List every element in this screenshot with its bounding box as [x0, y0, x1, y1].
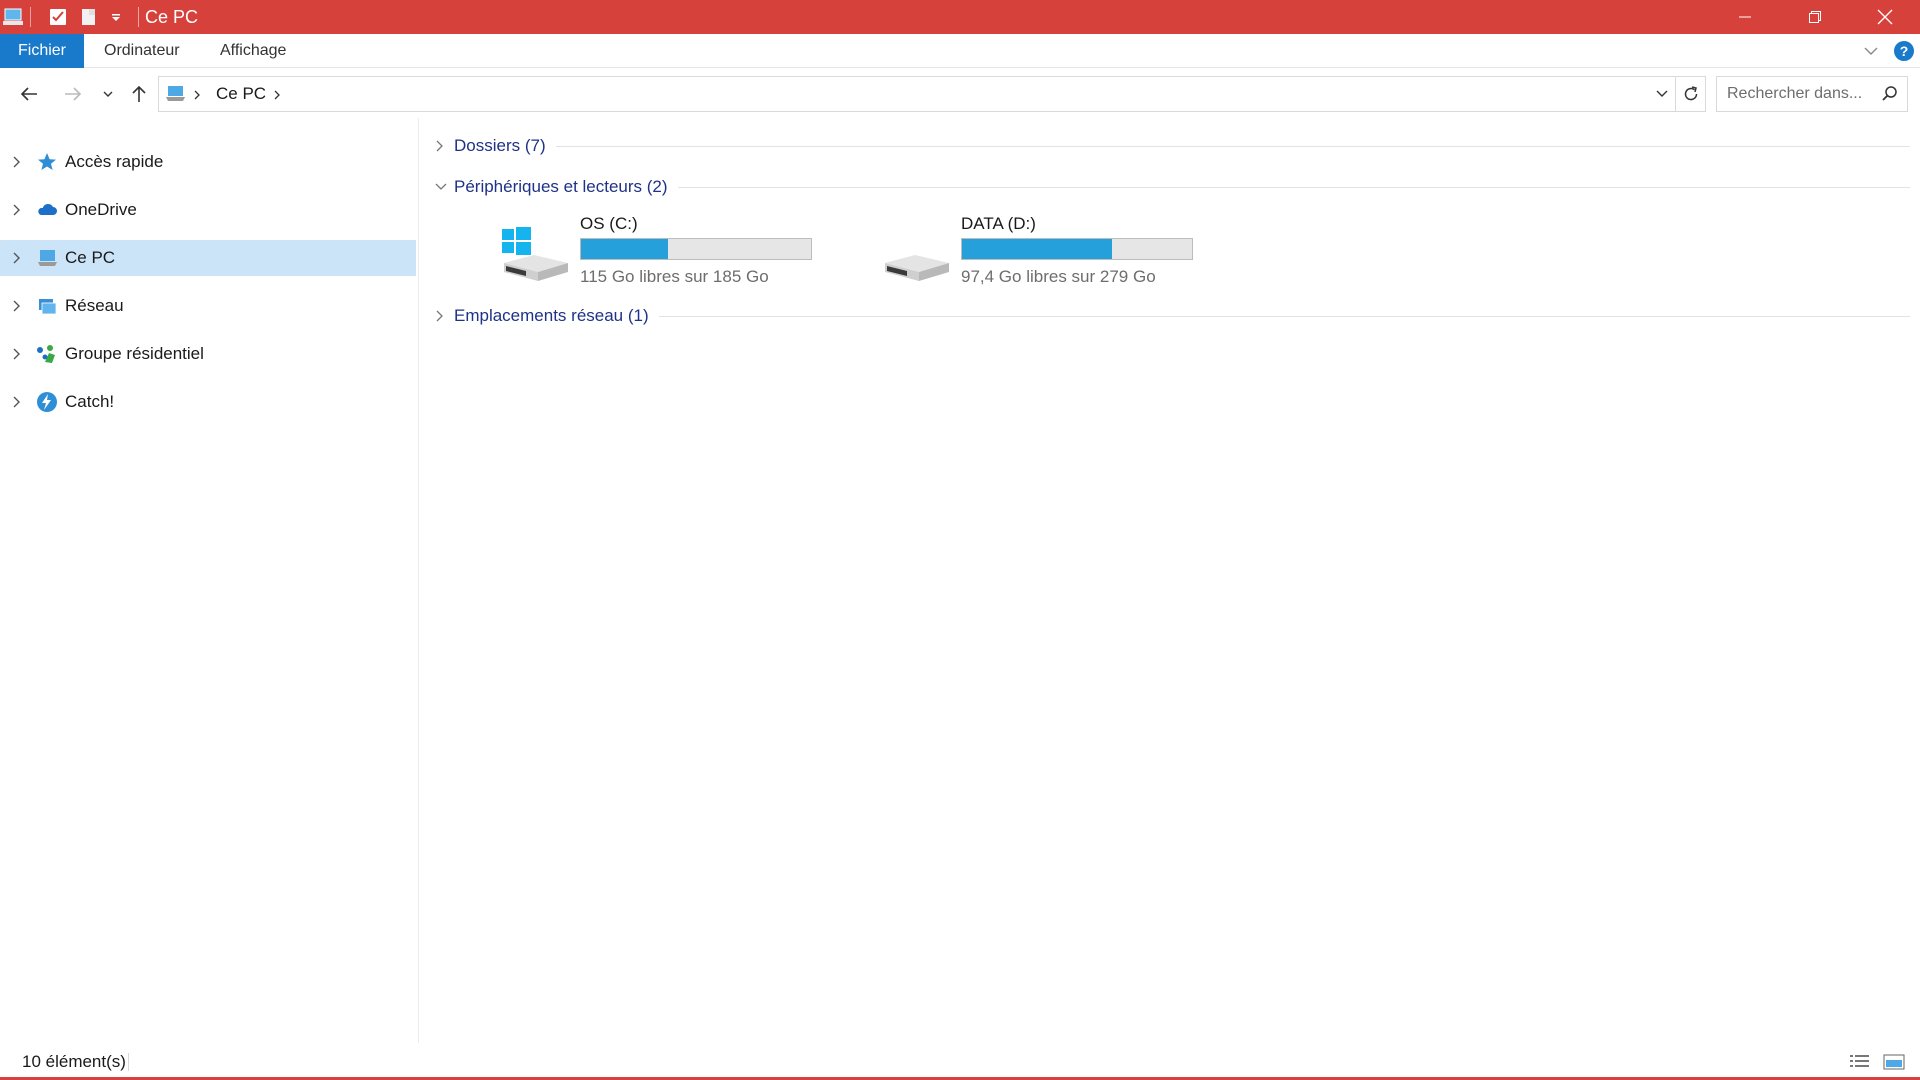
drive-usage-fill: [581, 239, 668, 259]
refresh-button[interactable]: [1676, 76, 1706, 112]
details-view-button[interactable]: [1848, 1051, 1872, 1073]
group-header-label[interactable]: Emplacements réseau (1): [454, 302, 659, 330]
expand-ribbon-chevron-icon[interactable]: [1862, 42, 1880, 60]
drive-free-space: 97,4 Go libres sur 279 Go: [961, 267, 1156, 286]
nav-item-acces-rapide[interactable]: Accès rapide: [0, 144, 416, 180]
drive-c[interactable]: OS (C:) 115 Go libres sur 185 Go: [502, 213, 832, 299]
hard-drive-icon: [885, 255, 949, 281]
title-separator: [138, 7, 139, 27]
tab-affichage[interactable]: Affichage: [201, 34, 305, 68]
expand-chevron-icon[interactable]: [11, 347, 23, 361]
close-icon: [1877, 9, 1893, 25]
breadcrumb-separator-icon[interactable]: [193, 89, 201, 101]
nav-item-ce-pc[interactable]: Ce PC: [0, 240, 416, 276]
group-header-label[interactable]: Dossiers (7): [454, 132, 556, 160]
expand-chevron-icon[interactable]: [434, 139, 446, 153]
expand-chevron-icon[interactable]: [11, 395, 23, 409]
tab-fichier[interactable]: Fichier: [0, 34, 84, 68]
forward-button[interactable]: [58, 76, 88, 112]
search-icon[interactable]: [1881, 85, 1899, 103]
group-divider-line: [454, 146, 1910, 147]
details-view-icon: [1850, 1055, 1869, 1067]
back-arrow-icon: [20, 87, 37, 101]
drive-name: DATA (D:): [961, 214, 1036, 233]
homegroup-icon: [37, 345, 55, 363]
breadcrumb-ce-pc[interactable]: Ce PC: [216, 77, 266, 111]
pane-divider[interactable]: [418, 118, 419, 1043]
nav-item-reseau[interactable]: Réseau: [0, 288, 416, 324]
windows-drive-icon: [502, 227, 568, 281]
drive-usage-bar: [961, 238, 1193, 260]
group-emplacements-reseau[interactable]: Emplacements réseau (1): [430, 302, 1910, 330]
address-history-chevron-icon[interactable]: [1655, 88, 1669, 100]
customize-dropdown-icon[interactable]: [110, 0, 122, 34]
expand-chevron-icon[interactable]: [11, 251, 23, 265]
properties-icon[interactable]: [48, 0, 68, 34]
minimize-icon: [1739, 16, 1751, 18]
star-icon: [38, 153, 56, 170]
group-header-label[interactable]: Périphériques et lecteurs (2): [454, 173, 678, 201]
close-button[interactable]: [1850, 0, 1920, 34]
expand-chevron-icon[interactable]: [434, 309, 446, 323]
new-folder-icon[interactable]: [80, 0, 98, 34]
drive-d[interactable]: DATA (D:) 97,4 Go libres sur 279 Go: [883, 213, 1213, 299]
restore-button[interactable]: [1780, 0, 1850, 34]
nav-item-catch[interactable]: Catch!: [0, 384, 416, 420]
expand-chevron-icon[interactable]: [11, 299, 23, 313]
expand-chevron-icon[interactable]: [11, 203, 23, 217]
drive-usage-fill: [962, 239, 1112, 259]
window-title: Ce PC: [145, 7, 199, 27]
collapse-chevron-icon[interactable]: [434, 180, 448, 194]
nav-item-label: Catch!: [65, 392, 115, 411]
nav-item-label: Ce PC: [65, 248, 116, 267]
ribbon-tabs: Fichier Ordinateur Affichage ?: [0, 34, 1920, 68]
nav-item-label: Groupe résidentiel: [65, 344, 204, 363]
computer-icon: [38, 250, 57, 266]
breadcrumb-separator-icon[interactable]: [273, 89, 281, 101]
drive-free-space: 115 Go libres sur 185 Go: [580, 267, 769, 286]
status-bar: 10 élément(s): [0, 1043, 1920, 1080]
group-peripheriques[interactable]: Périphériques et lecteurs (2): [430, 173, 1910, 201]
help-button[interactable]: ?: [1894, 41, 1914, 61]
this-pc-icon: [166, 86, 185, 101]
tab-ordinateur[interactable]: Ordinateur: [85, 34, 199, 68]
back-button[interactable]: [14, 76, 44, 112]
chevron-down-icon: [103, 91, 113, 97]
nav-item-label: Réseau: [65, 296, 124, 315]
title-bar: Ce PC: [0, 0, 1920, 34]
group-divider-line: [454, 316, 1910, 317]
forward-arrow-icon: [65, 87, 82, 101]
refresh-icon: [1684, 86, 1697, 101]
drive-usage-bar: [580, 238, 812, 260]
expand-chevron-icon[interactable]: [11, 155, 23, 169]
restore-icon: [1809, 11, 1821, 23]
up-button[interactable]: [124, 76, 154, 112]
nav-item-label: Accès rapide: [65, 152, 164, 171]
search-box[interactable]: [1716, 76, 1908, 112]
up-arrow-icon: [132, 85, 146, 102]
recent-locations-button[interactable]: [98, 76, 118, 112]
nav-item-onedrive[interactable]: OneDrive: [0, 192, 416, 228]
cloud-icon: [38, 203, 57, 215]
large-icons-view-icon: [1883, 1054, 1905, 1070]
large-icons-view-button[interactable]: [1882, 1051, 1906, 1073]
item-count: 10 élément(s): [22, 1052, 126, 1071]
minimize-button[interactable]: [1710, 0, 1780, 34]
status-separator: [128, 1053, 129, 1071]
explorer-app-icon[interactable]: [2, 0, 26, 34]
nav-item-groupe-residentiel[interactable]: Groupe résidentiel: [0, 336, 416, 372]
search-input[interactable]: [1725, 77, 1875, 111]
address-bar[interactable]: Ce PC: [158, 76, 1676, 112]
group-dossiers[interactable]: Dossiers (7): [430, 132, 1910, 160]
catch-icon: [37, 392, 57, 412]
navigation-pane: Accès rapide OneDrive Ce PC Réseau Group…: [0, 118, 418, 1043]
nav-item-label: OneDrive: [65, 200, 137, 219]
drive-name: OS (C:): [580, 214, 638, 233]
network-icon: [39, 299, 57, 315]
